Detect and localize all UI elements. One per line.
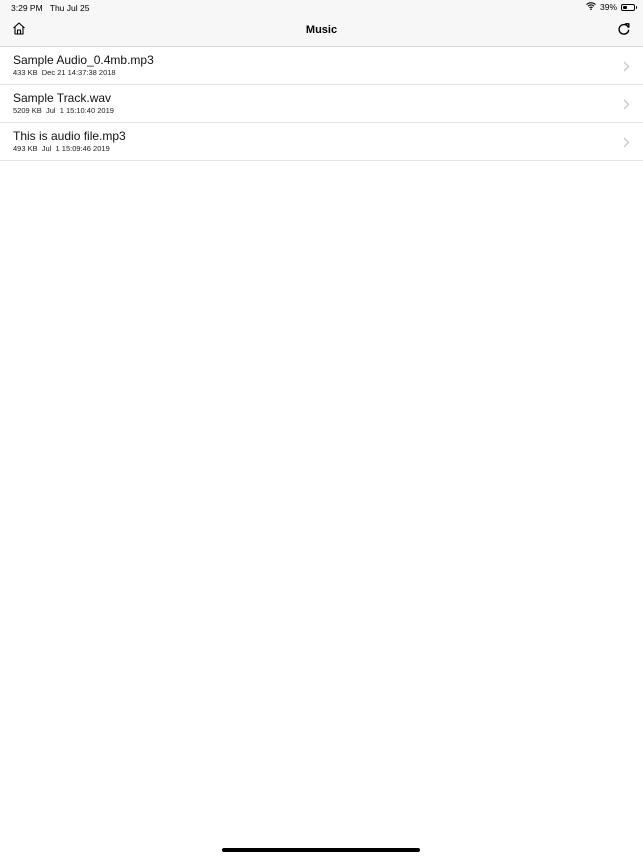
navigation-bar: Music	[0, 16, 643, 47]
status-bar: 3:29 PM Thu Jul 25 39%	[0, 0, 643, 16]
wifi-icon	[586, 2, 596, 12]
battery-percent: 39%	[599, 2, 617, 12]
chevron-right-icon	[623, 135, 630, 153]
status-time-date: 3:29 PM Thu Jul 25	[11, 3, 89, 13]
home-indicator	[222, 848, 420, 852]
file-name: Sample Audio_0.4mb.mp3	[13, 53, 154, 67]
refresh-button[interactable]	[614, 21, 634, 41]
file-name: This is audio file.mp3	[13, 129, 126, 143]
chevron-right-icon	[623, 59, 630, 77]
file-list: Sample Audio_0.4mb.mp3 433 KB Dec 21 14:…	[0, 47, 643, 161]
battery-icon	[621, 3, 637, 11]
status-date: Thu Jul 25	[49, 3, 90, 13]
file-meta: 493 KB Jul 1 15:09:46 2019	[13, 144, 110, 153]
chevron-right-icon	[623, 97, 630, 115]
battery-level	[623, 5, 627, 9]
file-row[interactable]: Sample Track.wav 5209 KB Jul 1 15:10:40 …	[0, 85, 643, 123]
status-time: 3:29 PM	[11, 3, 43, 13]
file-row[interactable]: Sample Audio_0.4mb.mp3 433 KB Dec 21 14:…	[0, 47, 643, 85]
refresh-icon	[617, 22, 631, 41]
battery-cap	[635, 6, 637, 9]
file-meta: 433 KB Dec 21 14:37:38 2018	[13, 68, 116, 77]
file-name: Sample Track.wav	[13, 91, 112, 105]
file-row[interactable]: This is audio file.mp3 493 KB Jul 1 15:0…	[0, 123, 643, 161]
status-indicators: 39%	[586, 2, 637, 12]
page-title: Music	[305, 24, 338, 36]
file-meta: 5209 KB Jul 1 15:10:40 2019	[13, 106, 114, 115]
